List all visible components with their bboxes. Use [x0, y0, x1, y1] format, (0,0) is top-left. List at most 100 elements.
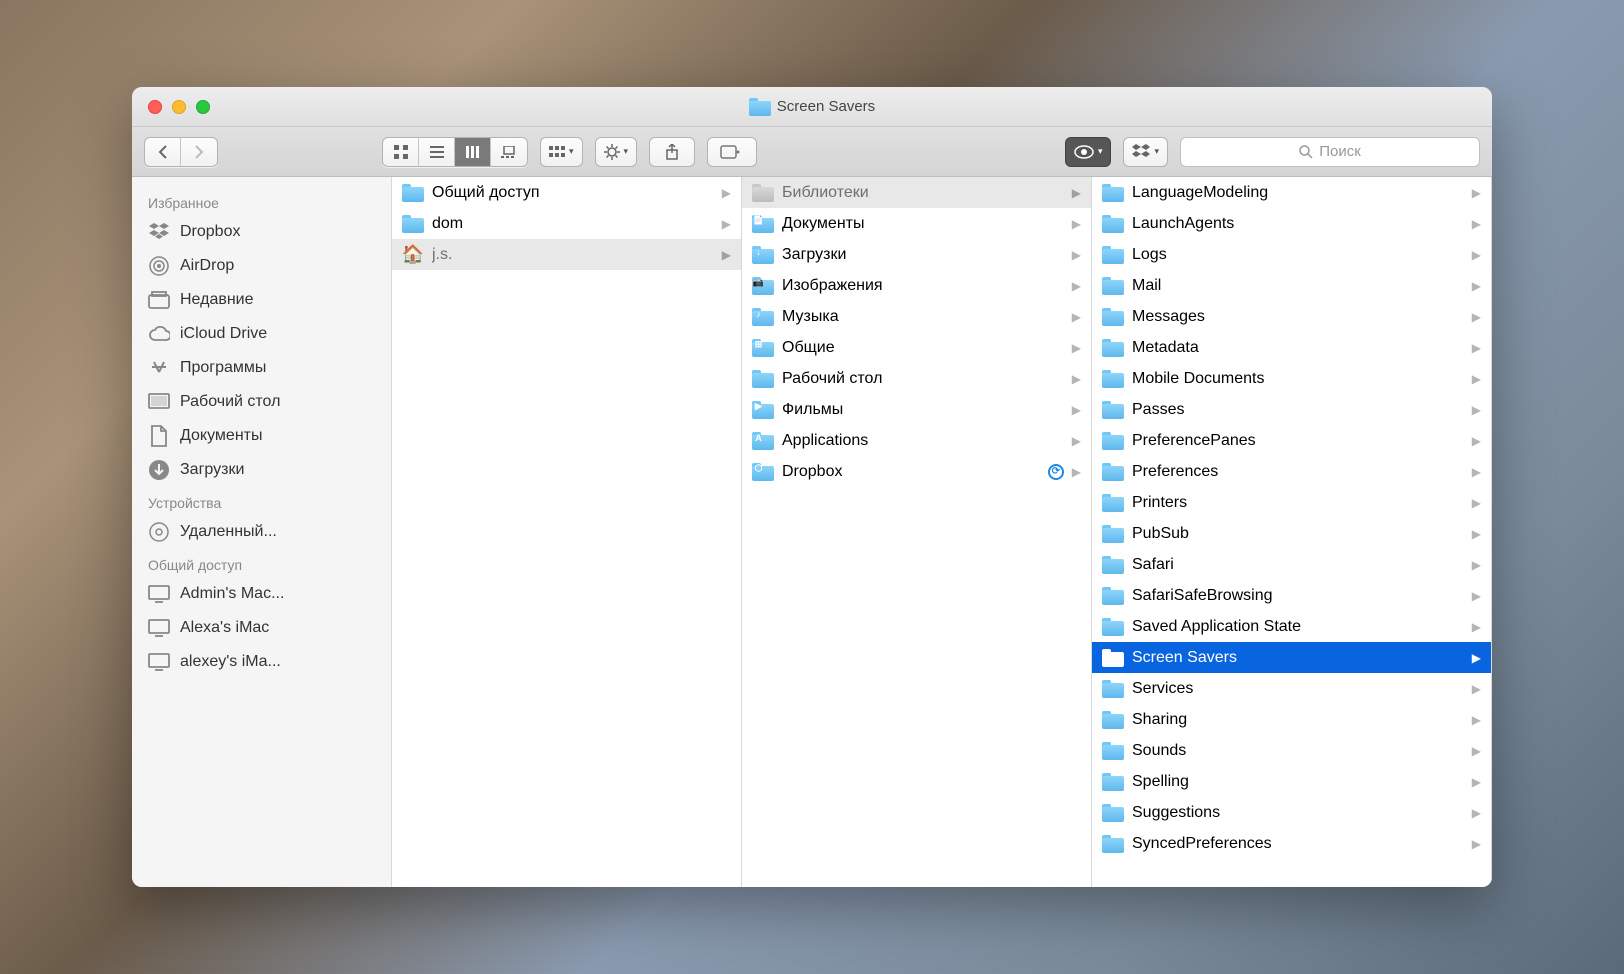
folder-icon: ⬡ [752, 463, 774, 481]
file-row[interactable]: ↓Загрузки▶ [742, 239, 1091, 270]
browser-column[interactable]: Библиотеки▶📄Документы▶↓Загрузки▶📷Изображ… [742, 177, 1092, 887]
file-row[interactable]: Logs▶ [1092, 239, 1491, 270]
file-row[interactable]: AApplications▶ [742, 425, 1091, 456]
view-list-button[interactable] [419, 138, 455, 166]
sidebar[interactable]: ИзбранноеDropboxAirDrop Недавние iCloud Dr… [132, 177, 392, 887]
privacy-button[interactable]: ▾ [1065, 137, 1112, 167]
file-row[interactable]: Sharing▶ [1092, 704, 1491, 735]
view-mode-segment [382, 137, 528, 167]
file-row[interactable]: SyncedPreferences▶ [1092, 828, 1491, 859]
sidebar-item[interactable]: Загрузки [132, 453, 391, 487]
disclosure-arrow-icon: ▶ [1072, 248, 1081, 262]
folder-icon [752, 184, 774, 202]
folder-icon [1102, 773, 1124, 791]
disclosure-arrow-icon: ▶ [1472, 620, 1481, 634]
search-field[interactable]: Поиск [1180, 137, 1480, 167]
disclosure-arrow-icon: ▶ [1072, 310, 1081, 324]
file-row[interactable]: Рабочий стол▶ [742, 363, 1091, 394]
folder-icon [1102, 711, 1124, 729]
sidebar-item[interactable]: Alexa's iMac [132, 611, 391, 645]
file-row[interactable]: Safari▶ [1092, 549, 1491, 580]
file-row[interactable]: Screen Savers▶ [1092, 642, 1491, 673]
file-row[interactable]: Suggestions▶ [1092, 797, 1491, 828]
folder-icon [1102, 277, 1124, 295]
sidebar-section-header: Общий доступ [132, 549, 391, 577]
content-area: ИзбранноеDropboxAirDrop Недавние iCloud Dr… [132, 177, 1492, 887]
file-row[interactable]: Services▶ [1092, 673, 1491, 704]
folder-icon [1102, 556, 1124, 574]
sidebar-section-header: Избранное [132, 187, 391, 215]
file-row[interactable]: Mobile Documents▶ [1092, 363, 1491, 394]
mac-icon [148, 583, 170, 605]
file-row[interactable]: SafariSafeBrowsing▶ [1092, 580, 1491, 611]
sidebar-item[interactable]: Dropbox [132, 215, 391, 249]
sidebar-item[interactable]: AirDrop [132, 249, 391, 283]
tags-button[interactable] [707, 137, 757, 167]
file-row[interactable]: Saved Application State▶ [1092, 611, 1491, 642]
file-row[interactable]: LaunchAgents▶ [1092, 208, 1491, 239]
file-row[interactable]: Metadata▶ [1092, 332, 1491, 363]
disclosure-arrow-icon: ▶ [1472, 310, 1481, 324]
file-row[interactable]: PubSub▶ [1092, 518, 1491, 549]
disclosure-arrow-icon: ▶ [1072, 403, 1081, 417]
file-name: LaunchAgents [1132, 215, 1464, 233]
folder-icon [402, 215, 424, 233]
mac-icon [148, 617, 170, 639]
forward-button[interactable] [181, 138, 217, 166]
file-row[interactable]: 📄Документы▶ [742, 208, 1091, 239]
file-name: dom [432, 215, 714, 233]
view-icon-button[interactable] [383, 138, 419, 166]
file-row[interactable]: 📷Изображения▶ [742, 270, 1091, 301]
sidebar-item[interactable]: Admin's Mac... [132, 577, 391, 611]
file-row[interactable]: Messages▶ [1092, 301, 1491, 332]
file-row[interactable]: Spelling▶ [1092, 766, 1491, 797]
file-row[interactable]: Printers▶ [1092, 487, 1491, 518]
sidebar-item[interactable]: Удаленный... [132, 515, 391, 549]
file-row[interactable]: 🏠j.s.▶ [392, 239, 741, 270]
file-name: PubSub [1132, 525, 1464, 543]
sidebar-item[interactable]: iCloud Drive [132, 317, 391, 351]
file-row[interactable]: ▶Фильмы▶ [742, 394, 1091, 425]
disclosure-arrow-icon: ▶ [1072, 341, 1081, 355]
file-row[interactable]: LanguageModeling▶ [1092, 177, 1491, 208]
sidebar-item[interactable]: alexey's iMa... [132, 645, 391, 679]
disclosure-arrow-icon: ▶ [1072, 465, 1081, 479]
file-row[interactable]: Общий доступ▶ [392, 177, 741, 208]
file-name: Metadata [1132, 339, 1464, 357]
sidebar-item-label: Загрузки [180, 461, 244, 479]
column-browser: Общий доступ▶dom▶🏠j.s.▶Библиотеки▶📄Докум… [392, 177, 1492, 887]
sidebar-item[interactable]: Недавние [132, 283, 391, 317]
file-name: Screen Savers [1132, 649, 1464, 667]
sidebar-item[interactable]: Документы [132, 419, 391, 453]
file-row[interactable]: Preferences▶ [1092, 456, 1491, 487]
folder-icon: A [752, 432, 774, 450]
file-row[interactable]: Passes▶ [1092, 394, 1491, 425]
search-placeholder: Поиск [1319, 143, 1361, 160]
folder-icon [1102, 742, 1124, 760]
sidebar-item[interactable]: Программы [132, 351, 391, 385]
file-row[interactable]: Mail▶ [1092, 270, 1491, 301]
view-column-button[interactable] [455, 138, 491, 166]
file-row[interactable]: ⊞Общие▶ [742, 332, 1091, 363]
sidebar-item-label: Недавние [180, 291, 254, 309]
dropbox-toolbar-button[interactable]: ▾ [1123, 137, 1168, 167]
disclosure-arrow-icon: ▶ [1472, 496, 1481, 510]
file-row[interactable]: PreferencePanes▶ [1092, 425, 1491, 456]
share-button[interactable] [649, 137, 695, 167]
sidebar-item[interactable]: Рабочий стол [132, 385, 391, 419]
back-button[interactable] [145, 138, 181, 166]
file-row[interactable]: ⬡Dropbox⟳▶ [742, 456, 1091, 487]
arrange-button[interactable]: ▾ [540, 137, 583, 167]
file-row[interactable]: dom▶ [392, 208, 741, 239]
file-row[interactable]: ♪Музыка▶ [742, 301, 1091, 332]
home-icon: 🏠 [402, 244, 424, 266]
desktop-icon [148, 391, 170, 413]
browser-column[interactable]: Общий доступ▶dom▶🏠j.s.▶ [392, 177, 742, 887]
browser-column[interactable]: LanguageModeling▶LaunchAgents▶Logs▶Mail▶… [1092, 177, 1492, 887]
view-gallery-button[interactable] [491, 138, 527, 166]
icloud-icon [148, 323, 170, 345]
file-row[interactable]: Sounds▶ [1092, 735, 1491, 766]
disclosure-arrow-icon: ▶ [1072, 217, 1081, 231]
file-row[interactable]: Библиотеки▶ [742, 177, 1091, 208]
action-button[interactable]: ▾ [595, 137, 638, 167]
